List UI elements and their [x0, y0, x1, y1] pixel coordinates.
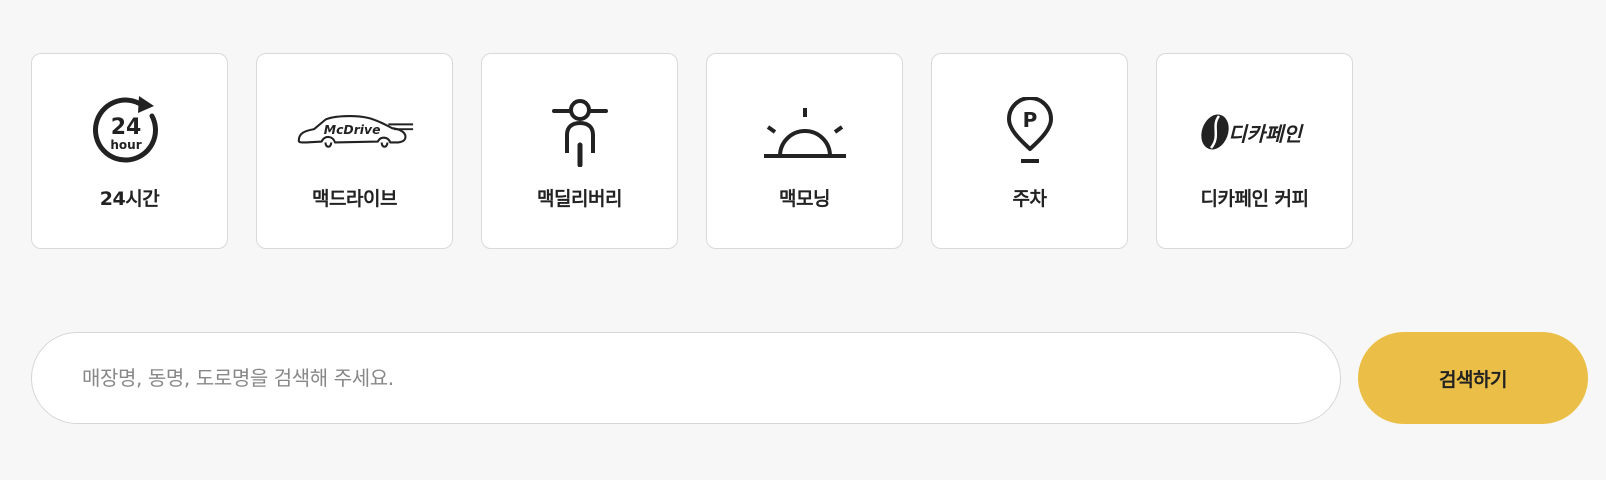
filter-label: 24시간 [99, 188, 160, 210]
24-hour-icon: 24 hour [70, 94, 190, 170]
filter-mcdelivery[interactable]: 맥딜리버리 [481, 53, 678, 249]
store-search-input[interactable] [32, 333, 1340, 423]
filter-24-hours[interactable]: 24 hour 24시간 [31, 53, 228, 249]
decaf-coffee-bean-icon: 디카페인 [1195, 94, 1315, 170]
service-filter-list: 24 hour 24시간 McDrive 맥드라이브 맥딜리버리 맥모닝 P 주… [31, 53, 1353, 249]
parking-pin-icon: P [970, 94, 1090, 170]
filter-decaf-coffee[interactable]: 디카페인 디카페인 커피 [1156, 53, 1353, 249]
filter-parking[interactable]: P 주차 [931, 53, 1128, 249]
delivery-scooter-icon [520, 94, 640, 170]
mcdrive-car-icon: McDrive [295, 94, 415, 170]
svg-text:hour: hour [110, 138, 141, 152]
search-box [31, 332, 1341, 424]
store-search-panel: 24 hour 24시간 McDrive 맥드라이브 맥딜리버리 맥모닝 P 주… [0, 0, 1606, 480]
filter-mcdrive[interactable]: McDrive 맥드라이브 [256, 53, 453, 249]
svg-text:McDrive: McDrive [323, 123, 380, 137]
filter-label: 디카페인 커피 [1200, 188, 1310, 210]
filter-label: 맥드라이브 [312, 188, 397, 210]
sunrise-icon [745, 94, 865, 170]
filter-label: 맥모닝 [779, 188, 830, 210]
search-button[interactable]: 검색하기 [1358, 332, 1588, 424]
filter-label: 주차 [1012, 188, 1047, 210]
filter-label: 맥딜리버리 [537, 188, 622, 210]
svg-text:24: 24 [110, 115, 141, 140]
filter-mcmorning[interactable]: 맥모닝 [706, 53, 903, 249]
svg-text:디카페인: 디카페인 [1228, 122, 1304, 146]
svg-text:P: P [1022, 108, 1037, 132]
